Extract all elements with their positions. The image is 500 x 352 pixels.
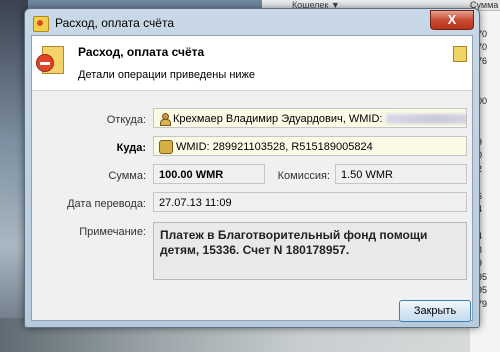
wallet-doc-icon xyxy=(33,16,49,32)
amount-label: Сумма: xyxy=(108,170,146,182)
window-title: Расход, оплата счёта xyxy=(55,16,175,30)
date-field[interactable]: 27.07.13 11:09 xyxy=(153,192,467,212)
redacted-wmid xyxy=(386,114,466,125)
commission-field[interactable]: 1.50 WMR xyxy=(335,164,467,184)
purse-icon xyxy=(159,140,173,155)
date-label: Дата перевода: xyxy=(67,198,146,210)
dialog-content: Расход, оплата счёта Детали операции при… xyxy=(31,35,473,322)
to-field[interactable]: WMID: 289921103528, R515189005824 xyxy=(153,136,467,156)
header-subtitle: Детали операции приведены ниже xyxy=(78,69,256,81)
user-icon xyxy=(159,113,171,127)
note-field[interactable]: Платеж в Благотворительный фонд помощи д… xyxy=(153,222,467,280)
from-label: Откуда: xyxy=(106,114,146,126)
expense-icon xyxy=(36,44,66,76)
title-bar[interactable]: Расход, оплата счёта X xyxy=(25,9,479,37)
note-label: Примечание: xyxy=(79,226,146,238)
payment-details-dialog: Расход, оплата счёта X Расход, оплата сч… xyxy=(24,8,480,328)
commission-label: Комиссия: xyxy=(277,170,330,182)
from-value: Крехмаер Владимир Эдуардович, WMID: xyxy=(173,113,383,125)
dialog-header: Расход, оплата счёта Детали операции при… xyxy=(32,36,472,91)
doc-icon xyxy=(453,46,467,62)
close-button[interactable]: Закрыть xyxy=(399,300,471,322)
header-title: Расход, оплата счёта xyxy=(78,45,205,59)
from-field[interactable]: Крехмаер Владимир Эдуардович, WMID: xyxy=(153,108,467,128)
close-window-button[interactable]: X xyxy=(430,10,474,30)
to-value: WMID: 289921103528, R515189005824 xyxy=(176,141,373,153)
to-label: Куда: xyxy=(116,142,146,154)
amount-field[interactable]: 100.00 WMR xyxy=(153,164,265,184)
